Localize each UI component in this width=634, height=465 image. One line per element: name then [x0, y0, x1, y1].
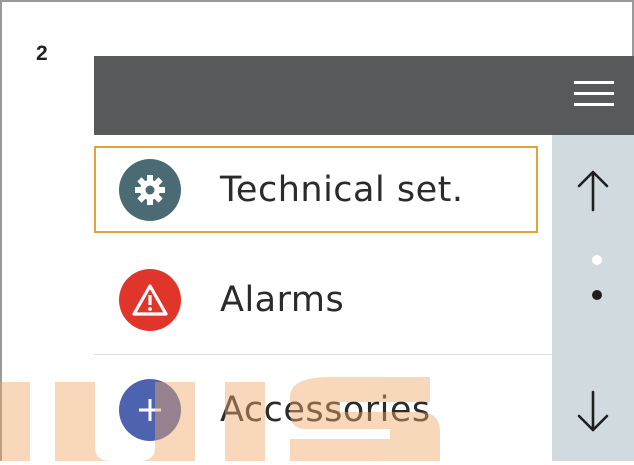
list-item-accessories[interactable]: Accessories	[94, 355, 552, 465]
menu-list: Technical set. Alarms Accessories	[94, 135, 552, 461]
page-dot-active	[592, 290, 602, 300]
header-bar	[94, 56, 634, 135]
hamburger-menu-icon[interactable]	[574, 81, 614, 109]
arrow-down-icon[interactable]	[572, 387, 614, 437]
warning-triangle-icon	[119, 268, 181, 331]
gear-icon	[119, 159, 181, 221]
plus-icon	[119, 379, 181, 441]
page-dot-inactive	[592, 255, 602, 265]
list-item-alarms[interactable]: Alarms	[94, 245, 552, 355]
list-item-label: Technical set.	[220, 170, 464, 210]
list-item-technical-settings[interactable]: Technical set.	[94, 135, 552, 245]
arrow-up-icon[interactable]	[572, 165, 614, 215]
list-item-label: Accessories	[220, 390, 431, 430]
scroll-panel	[552, 135, 634, 461]
step-number: 2	[36, 42, 48, 65]
list-item-label: Alarms	[220, 279, 345, 320]
